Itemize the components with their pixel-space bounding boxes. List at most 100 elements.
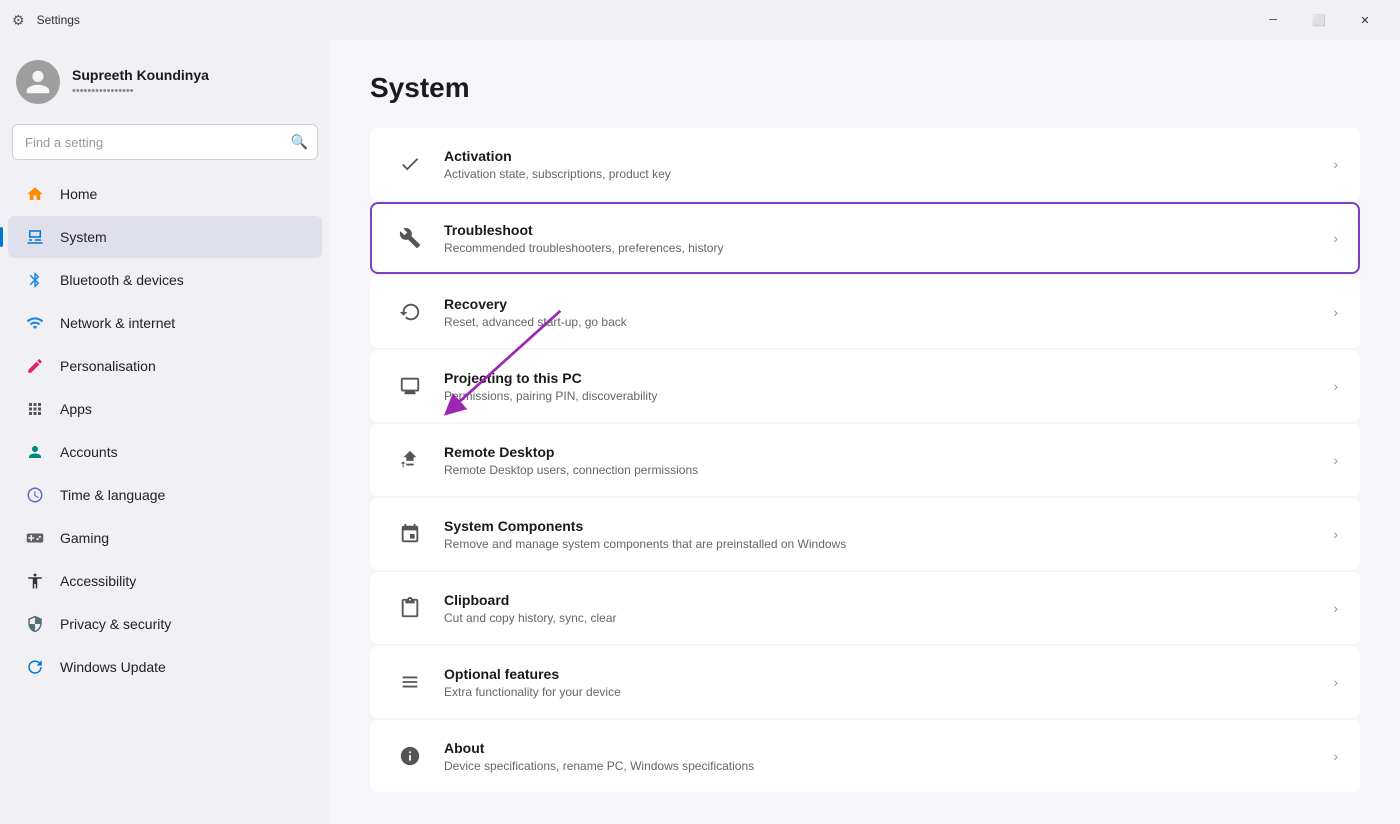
avatar [16,60,60,104]
nav-icon-system [24,226,46,248]
settings-desc-clipboard: Cut and copy history, sync, clear [444,611,1321,625]
settings-item-activation[interactable]: Activation Activation state, subscriptio… [370,128,1360,200]
settings-item-optional-features[interactable]: Optional features Extra functionality fo… [370,646,1360,718]
settings-text-remote-desktop: Remote Desktop Remote Desktop users, con… [444,444,1321,477]
nav-icon-accessibility [24,570,46,592]
user-name: Supreeth Koundinya [72,67,209,83]
settings-list: Activation Activation state, subscriptio… [370,128,1360,792]
settings-title-recovery: Recovery [444,296,1321,312]
close-button[interactable]: ✕ [1342,4,1388,36]
user-profile: Supreeth Koundinya •••••••••••••••• [0,48,330,124]
settings-text-clipboard: Clipboard Cut and copy history, sync, cl… [444,592,1321,625]
settings-title-projecting: Projecting to this PC [444,370,1321,386]
nav-icon-privacy [24,613,46,635]
settings-item-recovery[interactable]: Recovery Reset, advanced start-up, go ba… [370,276,1360,348]
nav-label-apps: Apps [60,401,92,417]
settings-text-projecting: Projecting to this PC Permissions, pairi… [444,370,1321,403]
chevron-right-icon: › [1333,748,1338,764]
nav-label-home: Home [60,186,97,202]
sidebar-item-update[interactable]: Windows Update [8,646,322,688]
sidebar-item-personalisation[interactable]: Personalisation [8,345,322,387]
settings-icon-clipboard [392,590,428,626]
settings-title-clipboard: Clipboard [444,592,1321,608]
maximize-button[interactable]: ⬜ [1296,4,1342,36]
settings-title-remote-desktop: Remote Desktop [444,444,1321,460]
settings-desc-optional-features: Extra functionality for your device [444,685,1321,699]
settings-desc-about: Device specifications, rename PC, Window… [444,759,1321,773]
nav-label-system: System [60,229,107,245]
search-input[interactable] [12,124,318,160]
settings-icon-projecting [392,368,428,404]
settings-desc-remote-desktop: Remote Desktop users, connection permiss… [444,463,1321,477]
settings-icon-optional-features [392,664,428,700]
settings-text-system-components: System Components Remove and manage syst… [444,518,1321,551]
settings-icon-troubleshoot [392,220,428,256]
nav-label-privacy: Privacy & security [60,616,171,632]
window-controls: ─ ⬜ ✕ [1250,4,1388,36]
settings-desc-recovery: Reset, advanced start-up, go back [444,315,1321,329]
chevron-right-icon: › [1333,304,1338,320]
sidebar-item-accounts[interactable]: Accounts [8,431,322,473]
titlebar: ⚙ Settings ─ ⬜ ✕ [0,0,1400,40]
nav-icon-personalisation [24,355,46,377]
nav-icon-home [24,183,46,205]
nav-icon-network [24,312,46,334]
sidebar-item-network[interactable]: Network & internet [8,302,322,344]
user-info: Supreeth Koundinya •••••••••••••••• [72,67,209,97]
settings-item-troubleshoot[interactable]: Troubleshoot Recommended troubleshooters… [370,202,1360,274]
settings-item-about[interactable]: About Device specifications, rename PC, … [370,720,1360,792]
settings-text-optional-features: Optional features Extra functionality fo… [444,666,1321,699]
sidebar-item-home[interactable]: Home [8,173,322,215]
chevron-right-icon: › [1333,526,1338,542]
settings-text-troubleshoot: Troubleshoot Recommended troubleshooters… [444,222,1321,255]
settings-title-optional-features: Optional features [444,666,1321,682]
settings-title-activation: Activation [444,148,1321,164]
sidebar: Supreeth Koundinya •••••••••••••••• 🔍 Ho… [0,40,330,824]
settings-icon-activation [392,146,428,182]
avatar-icon [24,68,52,96]
sidebar-item-accessibility[interactable]: Accessibility [8,560,322,602]
settings-icon-recovery [392,294,428,330]
main-content: System Activation Activation state, subs… [330,40,1400,824]
settings-icon-about [392,738,428,774]
nav-label-bluetooth: Bluetooth & devices [60,272,184,288]
settings-title-troubleshoot: Troubleshoot [444,222,1321,238]
nav-list: Home System Bluetooth & devices Network … [0,172,330,689]
minimize-button[interactable]: ─ [1250,4,1296,36]
settings-item-clipboard[interactable]: Clipboard Cut and copy history, sync, cl… [370,572,1360,644]
search-box: 🔍 [12,124,318,160]
settings-title-about: About [444,740,1321,756]
chevron-right-icon: › [1333,156,1338,172]
app-title: Settings [37,13,80,27]
settings-item-remote-desktop[interactable]: Remote Desktop Remote Desktop users, con… [370,424,1360,496]
sidebar-item-bluetooth[interactable]: Bluetooth & devices [8,259,322,301]
user-email: •••••••••••••••• [72,85,209,97]
chevron-right-icon: › [1333,600,1338,616]
nav-label-time: Time & language [60,487,165,503]
nav-label-gaming: Gaming [60,530,109,546]
nav-icon-accounts [24,441,46,463]
app-container: Supreeth Koundinya •••••••••••••••• 🔍 Ho… [0,40,1400,824]
nav-label-update: Windows Update [60,659,166,675]
sidebar-item-time[interactable]: Time & language [8,474,322,516]
nav-icon-time [24,484,46,506]
sidebar-item-privacy[interactable]: Privacy & security [8,603,322,645]
search-icon: 🔍 [291,134,308,151]
settings-icon: ⚙ [12,12,25,29]
settings-icon-system-components [392,516,428,552]
page-title: System [370,72,1360,104]
nav-label-network: Network & internet [60,315,175,331]
chevron-right-icon: › [1333,674,1338,690]
settings-item-system-components[interactable]: System Components Remove and manage syst… [370,498,1360,570]
sidebar-item-system[interactable]: System [8,216,322,258]
sidebar-item-gaming[interactable]: Gaming [8,517,322,559]
settings-title-system-components: System Components [444,518,1321,534]
sidebar-item-apps[interactable]: Apps [8,388,322,430]
nav-icon-gaming [24,527,46,549]
settings-item-projecting[interactable]: Projecting to this PC Permissions, pairi… [370,350,1360,422]
chevron-right-icon: › [1333,378,1338,394]
settings-desc-projecting: Permissions, pairing PIN, discoverabilit… [444,389,1321,403]
settings-desc-troubleshoot: Recommended troubleshooters, preferences… [444,241,1321,255]
nav-label-personalisation: Personalisation [60,358,156,374]
settings-text-recovery: Recovery Reset, advanced start-up, go ba… [444,296,1321,329]
